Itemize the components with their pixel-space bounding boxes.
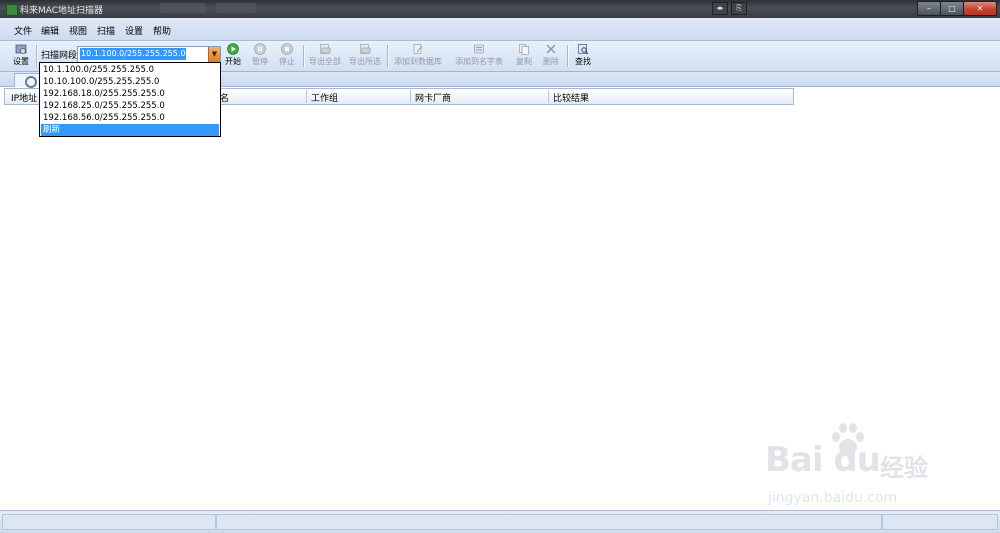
menu-help[interactable]: 帮助 <box>153 24 171 37</box>
add-to-name-list-label: 添加到名字表 <box>455 57 503 66</box>
pause-label: 暂停 <box>252 57 268 66</box>
pin-icon[interactable]: ⎘ <box>731 2 747 15</box>
dropdown-option[interactable]: 10.1.100.0/255.255.255.0 <box>41 64 219 76</box>
start-label: 开始 <box>225 57 241 66</box>
settings-label: 设置 <box>13 57 29 66</box>
maximize-button[interactable]: □ <box>940 1 964 16</box>
dropdown-option[interactable]: 192.168.25.0/255.255.255.0 <box>41 100 219 112</box>
menu-edit[interactable]: 编辑 <box>41 24 59 37</box>
copy-button[interactable]: 复制 <box>512 41 536 71</box>
column-divider[interactable] <box>306 90 307 103</box>
chevron-down-icon[interactable]: ▼ <box>208 47 220 62</box>
dropdown-option[interactable]: 192.168.56.0/255.255.255.0 <box>41 112 219 124</box>
close-button[interactable]: ✕ <box>963 1 997 16</box>
start-button[interactable]: 开始 <box>222 41 244 71</box>
menu-view[interactable]: 视图 <box>69 24 87 37</box>
dropdown-option-refresh[interactable]: 刷新 <box>41 124 219 136</box>
scan-segment-value[interactable]: 10.1.100.0/255.255.255.0 <box>80 48 187 60</box>
column-workgroup[interactable]: 工作组 <box>311 91 338 104</box>
background-window-title-2 <box>216 3 256 13</box>
export-all-label: 导出全部 <box>309 57 341 66</box>
menu-scan[interactable]: 扫描 <box>97 24 115 37</box>
menu-settings[interactable]: 设置 <box>125 24 143 37</box>
delete-icon <box>546 44 556 54</box>
export-selected-label: 导出所选 <box>349 57 381 66</box>
app-icon <box>6 4 18 16</box>
status-pane <box>216 514 882 530</box>
export-all-button[interactable]: 导出全部 <box>307 41 343 71</box>
copy-icon <box>519 44 529 55</box>
column-compare-result[interactable]: 比较结果 <box>553 91 589 104</box>
stop-button[interactable]: 停止 <box>276 41 298 71</box>
menu-file[interactable]: 文件 <box>14 24 32 37</box>
status-pane <box>882 514 998 530</box>
pause-button[interactable]: 暂停 <box>249 41 271 71</box>
find-button[interactable]: 查找 <box>571 41 595 71</box>
scan-segment-dropdown: 10.1.100.0/255.255.255.0 10.10.100.0/255… <box>39 62 221 137</box>
export-all-icon <box>320 44 331 54</box>
baidu-watermark: Bai du 经验 jingyan.baidu.com <box>760 420 980 510</box>
watermark-brand: Bai du <box>765 440 881 480</box>
toolbar-separator <box>303 45 305 67</box>
stop-label: 停止 <box>279 57 295 66</box>
pause-icon <box>254 43 266 55</box>
search-icon <box>25 76 37 88</box>
play-icon <box>227 43 239 55</box>
settings-button[interactable]: 设置 <box>8 41 34 71</box>
stop-icon <box>281 43 293 55</box>
dropdown-option[interactable]: 10.10.100.0/255.255.255.0 <box>41 76 219 88</box>
column-ip-address[interactable]: IP地址 <box>11 91 37 104</box>
list-add-icon <box>474 44 484 54</box>
delete-label: 删除 <box>543 57 559 66</box>
menu-bar: 文件 编辑 视图 扫描 设置 帮助 <box>0 18 1000 41</box>
column-divider[interactable] <box>548 90 549 103</box>
scan-segment-combobox[interactable]: 10.1.100.0/255.255.255.0 ▼ <box>77 46 221 63</box>
gear-icon <box>15 44 27 54</box>
toolbar-separator <box>567 45 569 67</box>
add-to-name-list-button[interactable]: 添加到名字表 <box>449 41 509 71</box>
minimize-button[interactable]: – <box>917 1 941 16</box>
window-title: 科来MAC地址扫描器 <box>20 6 104 16</box>
add-to-database-label: 添加到数据库 <box>394 57 442 66</box>
find-label: 查找 <box>575 57 591 66</box>
scan-segment-label: 扫描网段 <box>41 51 78 61</box>
delete-button[interactable]: 删除 <box>539 41 563 71</box>
copy-label: 复制 <box>516 57 532 66</box>
watermark-url: jingyan.baidu.com <box>768 490 898 506</box>
add-to-database-button[interactable]: 添加到数据库 <box>391 41 445 71</box>
export-selected-button[interactable]: 导出所选 <box>347 41 383 71</box>
ime-icon[interactable]: ◂▸ <box>712 2 728 15</box>
export-selected-icon <box>360 44 371 54</box>
find-icon <box>578 44 589 55</box>
background-window-title-1 <box>160 3 206 13</box>
watermark-cn: 经验 <box>880 454 928 482</box>
database-add-icon <box>413 44 423 54</box>
status-pane <box>2 514 216 530</box>
column-divider[interactable] <box>410 90 411 103</box>
status-bar <box>0 510 1000 533</box>
dropdown-option[interactable]: 192.168.18.0/255.255.255.0 <box>41 88 219 100</box>
title-bar: 科来MAC地址扫描器 ◂▸ ⎘ – □ ✕ <box>0 0 1000 18</box>
toolbar-separator <box>36 45 38 67</box>
column-nic-vendor[interactable]: 网卡厂商 <box>415 91 451 104</box>
toolbar-separator <box>387 45 389 67</box>
